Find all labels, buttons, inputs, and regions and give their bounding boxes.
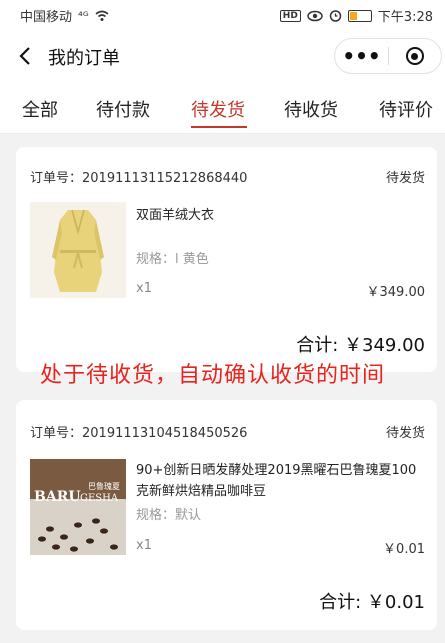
annotation-text: 处于待收货，自动确认收货的时间 (40, 363, 386, 388)
product-price: ￥0.01 (383, 542, 425, 557)
tab-pending-shipment[interactable]: 待发货 (191, 96, 245, 122)
order-card[interactable]: 订单号：20191113104518450526 待发货 BARU GESHA … (16, 400, 437, 630)
wifi-icon (95, 10, 109, 21)
target-icon (405, 47, 424, 65)
status-bar: 中国移动 ⁴ᴳ HD 下午3:28 (0, 0, 445, 30)
order-number: 订单号：20191113115212868440 (30, 171, 248, 186)
eye-icon (307, 10, 323, 21)
order-total: 合计: ￥349.00 (296, 335, 425, 356)
order-status: 待发货 (385, 426, 425, 441)
active-tab-indicator (191, 126, 247, 128)
page-title: 我的订单 (48, 48, 120, 69)
order-card[interactable]: 订单号：20191113115212868440 待发货 双面羊绒大衣 规格：l… (16, 147, 437, 372)
signal-icon: ⁴ᴳ (78, 8, 89, 23)
product-title[interactable]: 双面羊绒大衣 (136, 205, 426, 226)
carrier-label: 中国移动 (20, 10, 73, 25)
order-number: 订单号：20191113104518450526 (30, 426, 248, 441)
alarm-icon (329, 10, 342, 22)
image-sub-text: GESHA (80, 493, 119, 504)
image-brand-text: BARU (34, 489, 81, 505)
order-total: 合计: ￥0.01 (319, 592, 425, 613)
nav-bar: 我的订单 ••• (0, 30, 445, 82)
battery-icon (347, 9, 372, 22)
product-quantity: x1 (136, 281, 152, 296)
product-spec: 规格：l 黄色 (136, 252, 209, 267)
more-menu-button[interactable]: ••• (335, 46, 388, 66)
tab-pending-review[interactable]: 待评价 (379, 96, 433, 122)
product-quantity: x1 (136, 538, 152, 553)
close-mini-program-button[interactable] (389, 47, 441, 65)
image-cn-text: 巴鲁瑰夏 (88, 482, 120, 491)
product-spec: 规格：默认 (136, 508, 202, 523)
product-title[interactable]: 90+创新日晒发酵处理2019黑曜石巴鲁瑰夏100克新鲜烘焙精品咖啡豆 (136, 460, 426, 502)
product-image-coffee[interactable]: BARU GESHA 巴鲁瑰夏 (30, 459, 126, 555)
product-price: ￥349.00 (366, 285, 426, 300)
mini-program-capsule: ••• (334, 38, 442, 74)
hd-icon: HD (279, 9, 301, 22)
clock-time: 下午3:28 (377, 10, 433, 25)
product-image-coat[interactable] (30, 202, 126, 298)
tab-all[interactable]: 全部 (22, 96, 58, 122)
order-status: 待发货 (385, 171, 425, 186)
tab-pending-receipt[interactable]: 待收货 (284, 96, 338, 122)
back-arrow-icon[interactable] (16, 46, 36, 66)
tab-pending-payment[interactable]: 待付款 (96, 96, 150, 122)
